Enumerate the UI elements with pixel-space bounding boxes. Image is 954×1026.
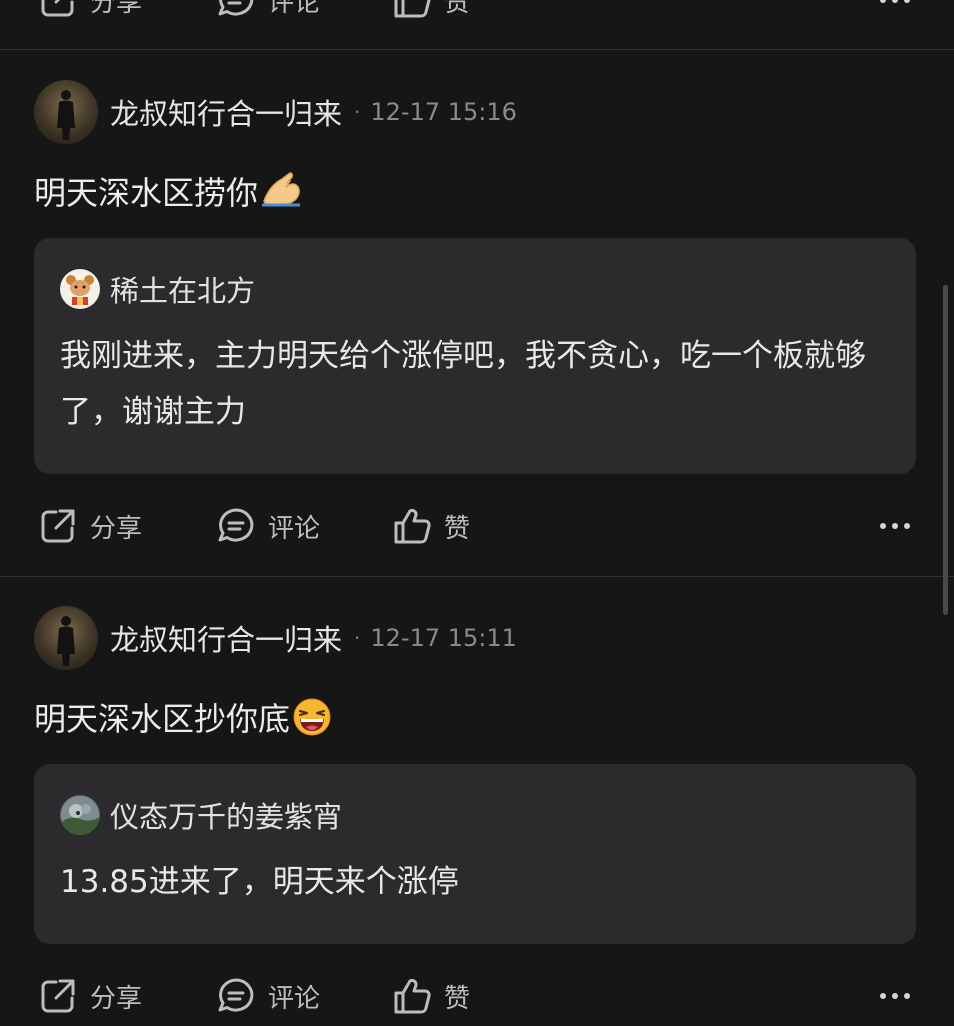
more-dot-icon (892, 0, 898, 3)
pinched-hand-emoji-icon (262, 172, 301, 207)
share-icon (41, 0, 74, 17)
action-bar-top: 分享 评论 赞 (0, 0, 954, 30)
more-options-button[interactable] (880, 966, 910, 1026)
post-text-content: 明天深水区捞你 (34, 174, 259, 212)
comment-icon (218, 508, 254, 542)
comment-button[interactable]: 评论 (216, 966, 320, 1026)
author-name[interactable]: 龙叔知行合一归来 (110, 91, 342, 133)
comment-label: 评论 (268, 983, 321, 1014)
avatar-silhouette-icon (57, 616, 75, 666)
more-dot-icon (880, 993, 886, 999)
thumbs-up-icon (394, 508, 431, 544)
comment-label: 评论 (268, 0, 321, 18)
divider (0, 49, 954, 50)
more-dot-icon (904, 0, 910, 3)
quoted-author-name[interactable]: 稀土在北方 (110, 268, 255, 310)
comment-label: 评论 (268, 513, 321, 544)
quote-header: 稀土在北方 (60, 268, 255, 310)
post-text: 明天深水区捞你 (34, 168, 304, 214)
avatar[interactable] (34, 606, 98, 670)
quoted-text: 13.85进来了，明天来个涨停 (60, 864, 459, 900)
post-text-content: 明天深水区抄你底 (34, 700, 291, 738)
share-icon (41, 509, 75, 543)
more-dot-icon (904, 993, 910, 999)
photo-avatar-icon (60, 796, 100, 835)
more-dot-icon (880, 523, 886, 529)
scrollbar[interactable] (943, 285, 948, 615)
share-button[interactable]: 分享 (38, 0, 142, 30)
share-label: 分享 (90, 983, 143, 1014)
share-label: 分享 (90, 0, 143, 18)
comment-icon (218, 0, 254, 16)
share-label: 分享 (90, 513, 143, 544)
author-name[interactable]: 龙叔知行合一归来 (110, 617, 342, 659)
like-button[interactable]: 赞 (392, 966, 470, 1026)
quoted-author-name[interactable]: 仪态万千的姜紫宵 (110, 794, 342, 836)
quote-header: 仪态万千的姜紫宵 (60, 794, 342, 836)
more-options-button[interactable] (880, 496, 910, 556)
post-timestamp: 12-17 15:11 (370, 624, 517, 652)
comment-feed: 分享 评论 赞 龙叔知行合一归来 · 12-17 15:16 明天深水区捞你 稀… (0, 0, 954, 1024)
more-dot-icon (892, 523, 898, 529)
post-header: 龙叔知行合一归来 · 12-17 15:16 (34, 80, 517, 144)
comment-button[interactable]: 评论 (216, 0, 320, 30)
share-icon (41, 979, 75, 1013)
meta-separator: · (354, 100, 361, 124)
quoted-comment[interactable]: 稀土在北方 我刚进来，主力明天给个涨停吧，我不贪心，吃一个板就够了，谢谢主力 (34, 238, 916, 474)
thumbs-up-icon (394, 0, 431, 18)
more-dot-icon (904, 523, 910, 529)
like-label: 赞 (444, 0, 471, 18)
meta-separator: · (354, 626, 361, 650)
share-button[interactable]: 分享 (38, 966, 142, 1026)
more-options-button[interactable] (880, 0, 910, 30)
post-header: 龙叔知行合一归来 · 12-17 15:11 (34, 606, 517, 670)
avatar[interactable] (60, 269, 100, 309)
action-bar: 分享 评论 赞 (0, 966, 954, 1026)
like-button[interactable]: 赞 (392, 496, 470, 556)
more-dot-icon (880, 0, 886, 3)
avatar[interactable] (60, 795, 100, 835)
avatar[interactable] (34, 80, 98, 144)
more-dot-icon (892, 993, 898, 999)
comment-button[interactable]: 评论 (216, 496, 320, 556)
cartoon-avatar-icon (61, 270, 99, 308)
post-timestamp: 12-17 15:16 (370, 98, 517, 126)
divider (0, 576, 954, 577)
like-label: 赞 (444, 513, 471, 544)
comment-icon (218, 978, 254, 1012)
like-button[interactable]: 赞 (392, 0, 470, 30)
quoted-text: 我刚进来，主力明天给个涨停吧，我不贪心，吃一个板就够了，谢谢主力 (60, 338, 866, 430)
avatar-silhouette-icon (57, 90, 75, 140)
laughing-emoji-icon (293, 698, 331, 736)
like-label: 赞 (444, 983, 471, 1014)
action-bar: 分享 评论 赞 (0, 496, 954, 556)
thumbs-up-icon (394, 978, 431, 1014)
post-text: 明天深水区抄你底 (34, 694, 332, 740)
quoted-comment[interactable]: 仪态万千的姜紫宵 13.85进来了，明天来个涨停 (34, 764, 916, 944)
share-button[interactable]: 分享 (38, 496, 142, 556)
